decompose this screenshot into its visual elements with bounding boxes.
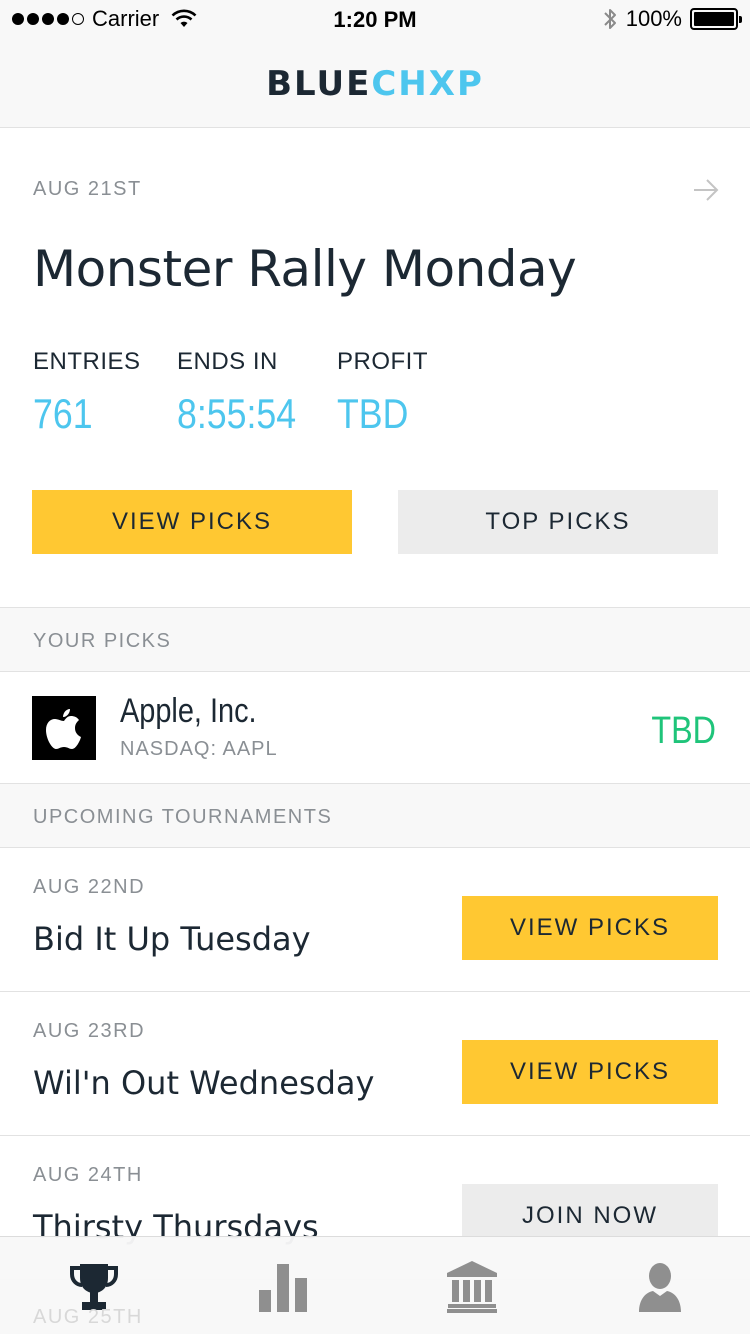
- stat-ends-in: ENDS IN 8:55:54: [177, 348, 317, 438]
- tournament-date: AUG 22ND: [33, 876, 146, 898]
- tab-profile[interactable]: [630, 1257, 690, 1317]
- stat-profit: PROFIT TBD: [337, 348, 428, 438]
- featured-date: AUG 21ST: [33, 178, 142, 200]
- section-title: YOUR PICKS: [33, 630, 172, 652]
- logo-text-chxp: CHXP: [371, 63, 484, 104]
- tab-leaderboard[interactable]: [253, 1257, 313, 1317]
- arrow-right-icon[interactable]: [692, 176, 720, 204]
- tournament-row[interactable]: AUG 22ND Bid It Up Tuesday VIEW PICKS: [0, 848, 750, 992]
- pick-status: TBD: [651, 710, 716, 752]
- your-picks-header: YOUR PICKS: [0, 608, 750, 672]
- tournament-title: Wil'n Out Wednesday: [33, 1064, 375, 1102]
- apple-logo-icon: [32, 696, 96, 760]
- pick-ticker: NASDAQ: AAPL: [120, 738, 278, 760]
- stat-value: TBD: [337, 390, 409, 437]
- tournament-date-partial: AUG 25TH: [33, 1306, 143, 1328]
- top-navigation-bar: BLUE CHXP: [0, 40, 750, 128]
- stat-label: PROFIT: [337, 348, 428, 375]
- bluetooth-icon: [604, 9, 616, 29]
- featured-tournament-card[interactable]: AUG 21ST Monster Rally Monday ENTRIES 76…: [0, 128, 750, 608]
- pick-company-name: Apple, Inc.: [120, 692, 257, 730]
- bank-icon: [447, 1261, 497, 1313]
- top-picks-button[interactable]: TOP PICKS: [398, 490, 718, 554]
- profile-icon: [639, 1263, 681, 1312]
- tournament-date: AUG 23RD: [33, 1020, 146, 1042]
- stat-label: ENDS IN: [177, 348, 278, 375]
- tournament-row[interactable]: AUG 23RD Wil'n Out Wednesday VIEW PICKS: [0, 992, 750, 1136]
- status-right: 100%: [602, 6, 742, 32]
- upcoming-tournaments-header: UPCOMING TOURNAMENTS: [0, 784, 750, 848]
- pick-row[interactable]: Apple, Inc. NASDAQ: AAPL TBD: [0, 672, 750, 784]
- brand-logo: BLUE CHXP: [266, 64, 484, 104]
- view-picks-button[interactable]: VIEW PICKS: [462, 896, 718, 960]
- stat-value: 8:55:54: [177, 390, 297, 437]
- status-bar: Carrier 1:20 PM 100%: [0, 0, 750, 40]
- section-title: UPCOMING TOURNAMENTS: [33, 806, 333, 828]
- view-picks-button[interactable]: VIEW PICKS: [32, 490, 352, 554]
- trophy-icon: [70, 1264, 118, 1310]
- stat-entries: ENTRIES 761: [33, 348, 141, 438]
- logo-text-blue: BLUE: [266, 63, 372, 104]
- tab-bank[interactable]: [442, 1257, 502, 1317]
- battery-icon: [690, 8, 742, 30]
- view-picks-button[interactable]: VIEW PICKS: [462, 1040, 718, 1104]
- bar-chart-icon: [259, 1264, 307, 1312]
- featured-title: Monster Rally Monday: [33, 240, 577, 298]
- tournament-title: Bid It Up Tuesday: [33, 920, 311, 958]
- battery-percent: 100%: [625, 6, 682, 31]
- tournament-date: AUG 24TH: [33, 1164, 143, 1186]
- stat-value: 761: [33, 390, 93, 437]
- stat-label: ENTRIES: [33, 348, 141, 375]
